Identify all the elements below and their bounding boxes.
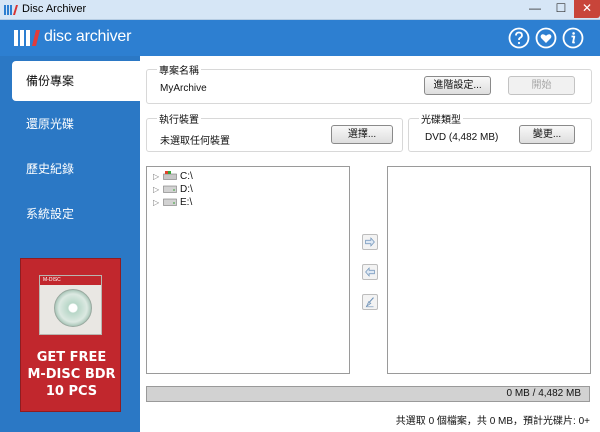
disc-type-value: DVD (4,482 MB) [425, 132, 499, 143]
system-drive-icon [163, 171, 177, 180]
app-icon [4, 5, 18, 15]
maximize-button[interactable]: ☐ [548, 0, 574, 18]
logo-icon [14, 30, 40, 46]
promo-banner[interactable]: M-DISC GET FREE M-DISC BDR 10 PCS [20, 258, 121, 412]
disc-usage-text: 0 MB / 4,482 MB [506, 388, 581, 399]
main-content: 專案名稱 MyArchive 進階設定... 開始 執行裝置 未選取任何裝置 選… [140, 56, 600, 432]
expand-arrow-icon[interactable]: ▷ [153, 196, 163, 209]
sidebar-item-settings[interactable]: 系統設定 [12, 194, 140, 234]
tree-node-drive-d[interactable]: ▷ D:\ [153, 183, 193, 196]
tree-node-drive-c[interactable]: ▷ C:\ [153, 170, 193, 183]
box-brand-strip: M-DISC [40, 276, 101, 285]
expand-arrow-icon[interactable]: ▷ [153, 170, 163, 183]
heart-icon[interactable] [535, 27, 557, 49]
drive-label: D:\ [180, 184, 193, 195]
disc-icon [54, 289, 92, 327]
disc-type-group: 光碟類型 DVD (4,482 MB) 變更... [408, 111, 592, 152]
drive-label: C:\ [180, 171, 193, 182]
remove-from-disc-button[interactable] [362, 264, 378, 280]
disc-usage-progress: 0 MB / 4,482 MB [146, 386, 590, 402]
product-box-image: M-DISC [39, 275, 102, 335]
start-button[interactable]: 開始 [508, 76, 575, 95]
project-name-value[interactable]: MyArchive [160, 83, 207, 94]
sidebar-item-history[interactable]: 歷史紀錄 [12, 149, 140, 189]
advanced-settings-button[interactable]: 進階設定... [424, 76, 491, 95]
app-header: disc archiver [0, 20, 600, 56]
disc-content-list[interactable] [387, 166, 591, 374]
disc-type-label: 光碟類型 [419, 111, 463, 126]
device-value: 未選取任何裝置 [160, 136, 230, 147]
project-name-label: 專案名稱 [157, 62, 201, 77]
clear-list-button[interactable] [362, 294, 378, 310]
promo-line-1: GET FREE [36, 350, 107, 365]
select-device-button[interactable]: 選擇... [331, 125, 393, 144]
selection-status: 共選取 0 個檔案，共 0 MB，預計光碟片: 0+ [395, 416, 590, 427]
window-title: Disc Archiver [22, 3, 87, 15]
hard-drive-icon [163, 198, 177, 206]
device-group: 執行裝置 未選取任何裝置 選擇... [146, 111, 403, 152]
drive-label: E:\ [180, 197, 193, 208]
minimize-button[interactable]: — [522, 0, 548, 18]
add-to-disc-button[interactable] [362, 234, 378, 250]
promo-line-3: 10 PCS [45, 384, 98, 399]
sidebar-item-restore-disc[interactable]: 還原光碟 [12, 104, 140, 144]
project-name-group: 專案名稱 MyArchive 進階設定... 開始 [146, 62, 592, 104]
source-file-tree[interactable]: ▷ C:\ ▷ D:\ ▷ E:\ [146, 166, 350, 374]
sidebar-item-backup-project[interactable]: 備份專案 [12, 61, 140, 101]
expand-arrow-icon[interactable]: ▷ [153, 183, 163, 196]
tree-node-drive-e[interactable]: ▷ E:\ [153, 196, 192, 209]
help-icon[interactable] [508, 27, 530, 49]
device-label: 執行裝置 [157, 111, 201, 126]
hard-drive-icon [163, 185, 177, 193]
info-icon[interactable] [562, 27, 584, 49]
close-button[interactable]: ✕ [574, 0, 600, 18]
promo-line-2: M-DISC BDR [27, 367, 116, 382]
change-disc-type-button[interactable]: 變更... [519, 125, 575, 144]
sidebar: 備份專案 還原光碟 歷史紀錄 系統設定 M-DISC GET FREE M-DI… [0, 56, 140, 432]
logo-text: disc archiver [44, 28, 132, 45]
title-bar: Disc Archiver — ☐ ✕ [0, 0, 600, 20]
